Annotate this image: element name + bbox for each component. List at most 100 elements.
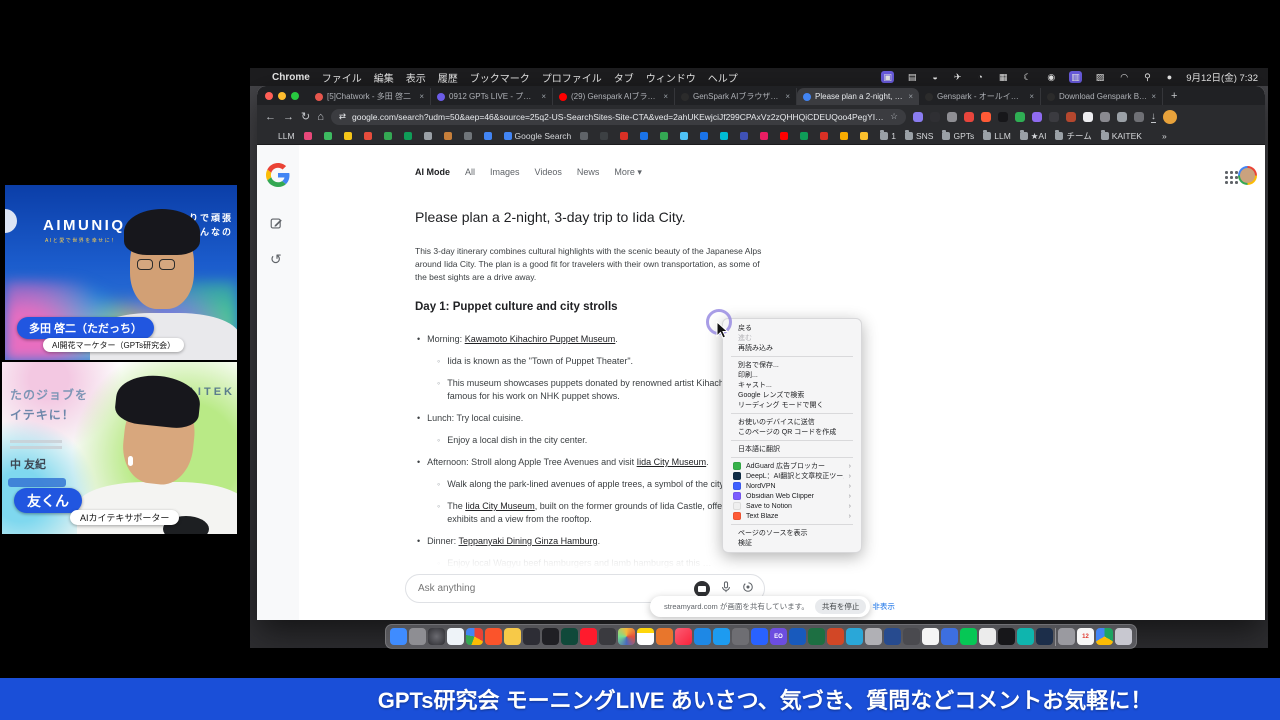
bookmark-item[interactable]: » <box>1151 131 1167 141</box>
menubar-item[interactable]: 履歴 <box>438 70 458 85</box>
search-nav-tab[interactable]: News <box>577 167 600 178</box>
context-menu-item[interactable]: NordVPN › <box>723 481 861 491</box>
bookmark-item[interactable]: Google Search <box>504 131 572 141</box>
menubar-item[interactable]: プロファイル <box>542 70 602 85</box>
tab-close-icon[interactable]: × <box>908 92 913 101</box>
bookmark-item[interactable] <box>680 132 691 140</box>
dock-app-icon[interactable] <box>694 628 711 645</box>
context-menu-item[interactable]: キャスト... <box>723 380 861 390</box>
browser-tab[interactable]: Download Genspark Browser × <box>1041 88 1163 105</box>
extension-icon[interactable] <box>930 112 940 122</box>
dock-app-icon[interactable] <box>903 628 920 645</box>
dock-app-icon[interactable]: EO <box>770 628 787 645</box>
dock-app-icon[interactable] <box>732 628 749 645</box>
microphone-icon[interactable] <box>720 580 732 598</box>
bookmark-item[interactable] <box>800 132 811 140</box>
tab-close-icon[interactable]: × <box>1151 92 1156 101</box>
close-window-button[interactable] <box>265 92 273 100</box>
bookmark-item[interactable] <box>700 132 711 140</box>
dock-app-icon[interactable] <box>751 628 768 645</box>
compose-icon[interactable] <box>270 217 283 233</box>
extension-icon[interactable] <box>947 112 957 122</box>
address-bar[interactable]: ⇄ google.com/search?udm=50&aep=46&source… <box>331 109 906 125</box>
menubar-clock[interactable]: 9月12日(金) 7:32 <box>1186 70 1258 84</box>
account-avatar[interactable] <box>1238 166 1257 185</box>
dock-app-icon[interactable] <box>618 628 635 645</box>
context-menu-item[interactable]: 進む <box>723 333 861 343</box>
home-icon[interactable]: ⌂ <box>317 109 324 125</box>
dock-app-icon[interactable] <box>409 628 426 645</box>
extension-icon[interactable] <box>1083 112 1093 122</box>
minimize-window-button[interactable] <box>278 92 286 100</box>
tab-close-icon[interactable]: × <box>541 92 546 101</box>
bookmark-item[interactable] <box>640 132 651 140</box>
context-menu-item[interactable]: 検証 <box>723 538 861 548</box>
hide-notification-button[interactable]: 非表示 <box>872 601 895 612</box>
dock-app-icon[interactable] <box>789 628 806 645</box>
google-apps-grid-icon[interactable] <box>1225 171 1238 184</box>
dock-app-icon[interactable] <box>599 628 616 645</box>
bookmark-item[interactable] <box>720 132 731 140</box>
search-nav-tab[interactable]: All <box>465 167 475 178</box>
context-menu-item[interactable]: このページの QR コードを作成 <box>723 427 861 437</box>
context-menu-item[interactable]: Save to Notion › <box>723 501 861 511</box>
menubar-status-icon[interactable]: ◔ <box>975 71 984 83</box>
context-menu-item[interactable]: 別名で保存... <box>723 360 861 370</box>
context-menu-item[interactable]: 戻る <box>723 323 861 333</box>
tab-close-icon[interactable]: × <box>419 92 424 101</box>
dock-app-icon[interactable] <box>846 628 863 645</box>
google-lens-icon[interactable] <box>742 580 754 598</box>
extension-icon[interactable] <box>1049 112 1059 122</box>
bookmark-item[interactable] <box>780 132 791 140</box>
dock-app-icon[interactable] <box>542 628 559 645</box>
extension-icon[interactable] <box>1032 112 1042 122</box>
tab-close-icon[interactable]: × <box>663 92 668 101</box>
bookmark-item[interactable] <box>740 132 751 140</box>
bookmark-star-icon[interactable]: ☆ <box>890 111 898 122</box>
context-menu-item[interactable]: 再読み込み <box>723 343 861 353</box>
dock-app-icon[interactable] <box>865 628 882 645</box>
context-menu-item[interactable]: AdGuard 広告ブロッカー › <box>723 461 861 471</box>
search-nav-tab[interactable]: AI Mode <box>415 167 450 178</box>
extension-icon[interactable] <box>1015 112 1025 122</box>
extension-icon[interactable] <box>1117 112 1127 122</box>
extension-icon[interactable] <box>964 112 974 122</box>
back-icon[interactable]: ← <box>265 109 276 125</box>
bookmark-item[interactable] <box>840 132 851 140</box>
bookmark-item[interactable] <box>344 132 355 140</box>
dock-app-icon[interactable] <box>979 628 996 645</box>
bookmark-item[interactable] <box>384 132 395 140</box>
bookmark-item[interactable]: LLM <box>983 131 1011 141</box>
context-menu-item[interactable]: Google レンズで検索 <box>723 390 861 400</box>
search-nav-tab[interactable]: More ▾ <box>614 167 642 178</box>
ask-anything-input[interactable] <box>416 582 684 595</box>
dock-app-icon[interactable] <box>523 628 540 645</box>
menubar-status-icon[interactable]: ● <box>1165 71 1174 83</box>
dock-app-icon[interactable] <box>504 628 521 645</box>
dock-app-icon[interactable] <box>390 628 407 645</box>
menubar-status-icon[interactable]: ✈ <box>952 71 964 83</box>
context-menu-item[interactable]: 日本語に翻訳 <box>723 444 861 454</box>
context-menu-item[interactable]: DeepL：AI翻訳と文章校正ツール › <box>723 471 861 481</box>
bookmark-item[interactable] <box>820 132 831 140</box>
bookmark-item[interactable] <box>304 132 315 140</box>
menubar-status-icon[interactable]: ◉ <box>1045 71 1057 83</box>
menubar-item[interactable]: ブックマーク <box>470 70 530 85</box>
search-nav-tab[interactable]: Videos <box>535 167 562 178</box>
tab-close-icon[interactable]: × <box>1029 92 1034 101</box>
dock-app-icon[interactable] <box>1058 628 1075 645</box>
bookmark-item[interactable] <box>364 132 375 140</box>
bookmark-item[interactable]: LLM <box>267 131 295 141</box>
dock-app-icon[interactable] <box>637 628 654 645</box>
context-menu-item[interactable] <box>731 524 853 525</box>
menubar-item[interactable]: ウィンドウ <box>646 70 696 85</box>
menubar-status-icon[interactable]: ▣ <box>881 71 894 83</box>
history-icon[interactable]: ↺ <box>270 251 282 268</box>
menubar-status-icon[interactable]: ▨ <box>1094 71 1107 83</box>
dock-app-icon[interactable] <box>1115 628 1132 645</box>
bookmark-item[interactable] <box>424 132 435 140</box>
extension-icon[interactable] <box>981 112 991 122</box>
bookmark-item[interactable]: KAITEK <box>1101 131 1142 141</box>
bookmark-item[interactable]: ★AI <box>1020 131 1047 142</box>
bookmark-item[interactable] <box>444 132 455 140</box>
